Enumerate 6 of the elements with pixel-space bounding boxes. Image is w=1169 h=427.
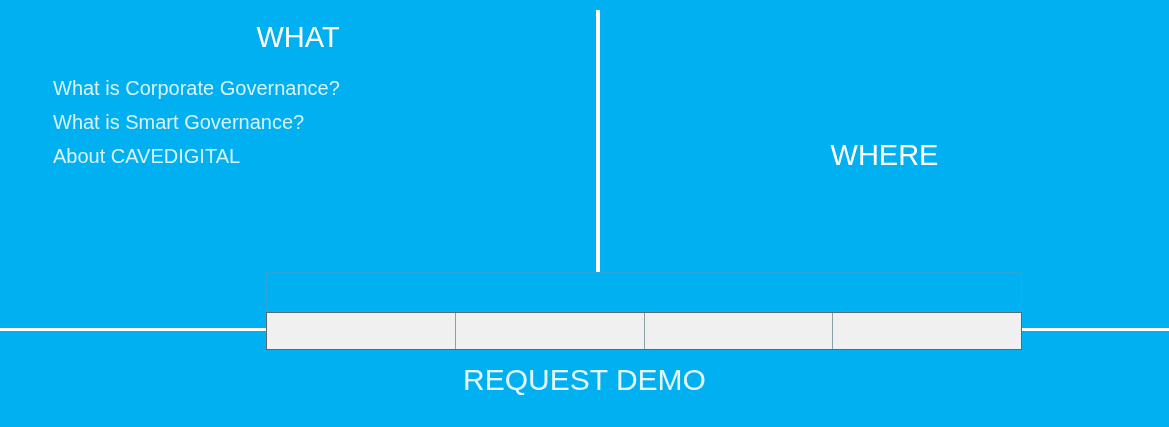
request-demo-button[interactable]: REQUEST DEMO [463, 356, 706, 402]
section-heading: WHAT [256, 21, 340, 53]
nav-link[interactable]: About CAVEDIGITAL [53, 143, 241, 168]
section-heading: WHERE [830, 138, 939, 174]
nav-link[interactable]: What is Corporate Governance? [53, 75, 340, 100]
nav-link[interactable]: What is Smart Governance? [53, 109, 305, 134]
